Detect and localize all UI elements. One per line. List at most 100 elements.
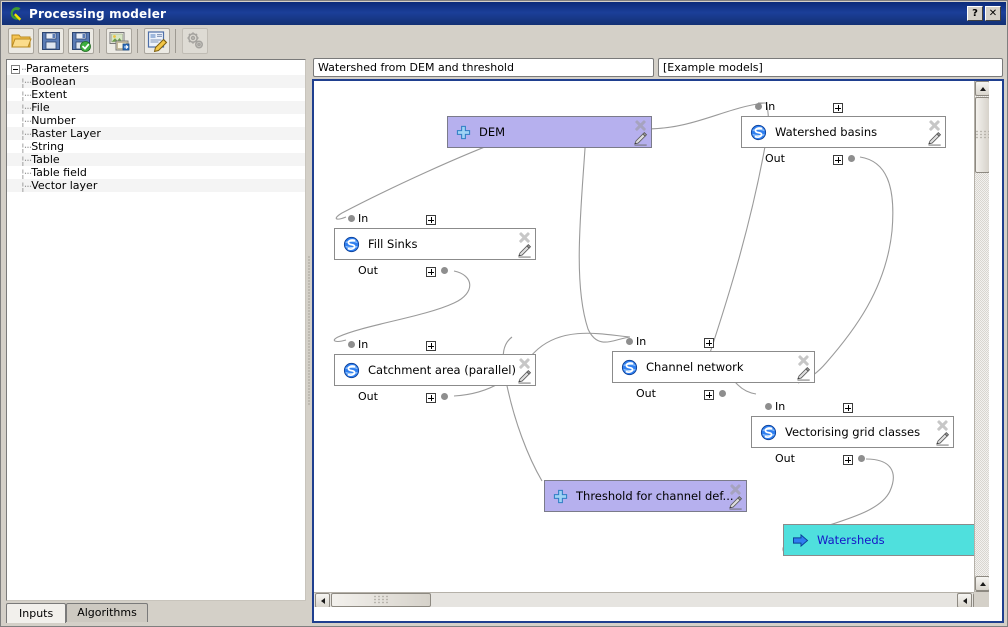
export-image-button[interactable]: [106, 28, 132, 54]
save-model-as-button[interactable]: [68, 28, 94, 54]
toolbar-separator-3: [175, 29, 178, 53]
port-in-label-watershed-basins: In: [765, 100, 775, 113]
tree-item-number[interactable]: ¦···Number: [7, 114, 305, 127]
tree-item-table[interactable]: ¦···Table: [7, 153, 305, 166]
tree-item-label: String: [31, 140, 64, 153]
model-name-input[interactable]: Watershed from DEM and threshold: [313, 58, 654, 77]
open-model-button[interactable]: [8, 28, 34, 54]
tree-item-vector-layer[interactable]: ¦···Vector layer: [7, 179, 305, 192]
model-node-fill-sinks[interactable]: Fill Sinks: [334, 228, 536, 260]
model-node-threshold[interactable]: Threshold for channel def...: [544, 480, 747, 512]
port-out-expand-watershed-basins[interactable]: [833, 155, 843, 165]
tree-item-label: Vector layer: [31, 179, 97, 192]
tree-item-file[interactable]: ¦···File: [7, 101, 305, 114]
port-in-expand-channel-network[interactable]: [704, 338, 714, 348]
tree-item-label: Extent: [31, 88, 67, 101]
run-model-button[interactable]: [182, 28, 208, 54]
edit-pencil-icon[interactable]: [927, 131, 942, 146]
port-in-dot-fill-sinks[interactable]: [348, 215, 355, 222]
tab-algorithms[interactable]: Algorithms: [66, 603, 148, 622]
model-group-input[interactable]: [Example models]: [658, 58, 1003, 77]
scroll-left-button[interactable]: [315, 593, 330, 607]
port-out-dot-vectorising-grid-classes[interactable]: [858, 455, 865, 462]
tree-item-label: Raster Layer: [31, 127, 101, 140]
model-node-catchment-area[interactable]: Catchment area (parallel): [334, 354, 536, 386]
model-node-label-vectorising-grid-classes: Vectorising grid classes: [785, 425, 920, 439]
tree-branch-icon: ¦···: [21, 167, 31, 180]
port-in-dot-channel-network[interactable]: [626, 338, 633, 345]
chevron-left-icon: [321, 598, 325, 604]
edit-help-icon: [145, 29, 169, 53]
tree-item-extent[interactable]: ¦···Extent: [7, 88, 305, 101]
port-out-expand-fill-sinks[interactable]: [426, 267, 436, 277]
model-node-vectorising-grid-classes[interactable]: Vectorising grid classes: [751, 416, 954, 448]
port-in-dot-vectorising-grid-classes[interactable]: [765, 403, 772, 410]
saga-icon: [760, 424, 777, 441]
tree-item-string[interactable]: ¦···String: [7, 140, 305, 153]
edit-pencil-icon[interactable]: [935, 431, 950, 446]
chevron-left-icon-2: [963, 598, 967, 604]
export-image-icon: [107, 29, 131, 53]
folder-open-icon: [9, 29, 33, 53]
processing-modeler-window: Processing modeler ? ✕: [0, 0, 1008, 627]
port-out-dot-channel-network[interactable]: [719, 390, 726, 397]
port-out-label-fill-sinks: Out: [358, 264, 378, 277]
help-button[interactable]: ?: [967, 6, 983, 21]
port-out-label-channel-network: Out: [636, 387, 656, 400]
output-arrow-icon: [792, 533, 809, 548]
port-out-label-catchment-area: Out: [358, 390, 378, 403]
model-node-label-watershed-basins: Watershed basins: [775, 125, 877, 139]
port-in-label-catchment-area: In: [358, 338, 368, 351]
model-node-dem[interactable]: DEM: [447, 116, 652, 148]
port-out-dot-catchment-area[interactable]: [441, 393, 448, 400]
saga-icon: [343, 362, 360, 379]
close-button[interactable]: ✕: [985, 6, 1001, 21]
port-out-expand-catchment-area[interactable]: [426, 393, 436, 403]
tree-item-boolean[interactable]: ¦···Boolean: [7, 75, 305, 88]
port-out-expand-channel-network[interactable]: [704, 390, 714, 400]
window-titlebar: Processing modeler ? ✕: [2, 2, 1006, 25]
port-in-expand-catchment-area[interactable]: [426, 341, 436, 351]
port-out-dot-watershed-basins[interactable]: [848, 155, 855, 162]
canvas-vertical-scrollbar[interactable]: [974, 81, 989, 607]
port-in-expand-vectorising-grid-classes[interactable]: [843, 403, 853, 413]
edit-pencil-icon[interactable]: [517, 369, 532, 384]
model-node-channel-network[interactable]: Channel network: [612, 351, 815, 383]
tree-item-table-field[interactable]: ¦···Table field: [7, 166, 305, 179]
vertical-scroll-thumb[interactable]: [975, 97, 989, 173]
port-in-expand-fill-sinks[interactable]: [426, 215, 436, 225]
collapse-expander-icon[interactable]: [11, 65, 20, 74]
tab-inputs[interactable]: Inputs: [6, 603, 66, 623]
inputs-tree-panel[interactable]: ··Parameters ¦···Boolean¦···Extent¦···Fi…: [6, 59, 306, 601]
main-toolbar: [2, 25, 1006, 57]
scroll-right-button-inner[interactable]: [957, 593, 972, 607]
port-in-dot-watershed-basins[interactable]: [755, 103, 762, 110]
tree-item-label: Number: [31, 114, 75, 127]
save-model-button[interactable]: [38, 28, 64, 54]
port-out-label-watershed-basins: Out: [765, 152, 785, 165]
tree-root-parameters[interactable]: ··Parameters: [7, 62, 305, 75]
edit-pencil-icon[interactable]: [633, 131, 648, 146]
edit-pencil-icon[interactable]: [796, 366, 811, 381]
run-gears-icon: [183, 29, 207, 53]
port-in-dot-catchment-area[interactable]: [348, 341, 355, 348]
chevron-up-icon-2: [980, 582, 986, 586]
edit-help-button[interactable]: [144, 28, 170, 54]
model-node-watershed-basins[interactable]: Watershed basins: [741, 116, 946, 148]
scroll-up-button[interactable]: [975, 81, 989, 96]
port-out-expand-vectorising-grid-classes[interactable]: [843, 455, 853, 465]
port-in-label-channel-network: In: [636, 335, 646, 348]
edit-pencil-icon[interactable]: [728, 495, 743, 510]
model-node-label-dem: DEM: [479, 125, 505, 139]
saga-icon: [343, 236, 360, 253]
horizontal-scroll-thumb[interactable]: [331, 593, 431, 607]
model-node-watersheds[interactable]: Watersheds: [783, 524, 986, 556]
canvas-horizontal-scrollbar[interactable]: [314, 592, 989, 607]
tree-item-raster-layer[interactable]: ¦···Raster Layer: [7, 127, 305, 140]
port-out-dot-fill-sinks[interactable]: [441, 267, 448, 274]
model-canvas[interactable]: DEMInWatershed basinsOutInFill SinksOutI…: [314, 81, 989, 607]
port-in-expand-watershed-basins[interactable]: [833, 103, 843, 113]
scroll-down-button-upper[interactable]: [975, 576, 989, 591]
edit-pencil-icon[interactable]: [517, 243, 532, 258]
port-in-label-fill-sinks: In: [358, 212, 368, 225]
